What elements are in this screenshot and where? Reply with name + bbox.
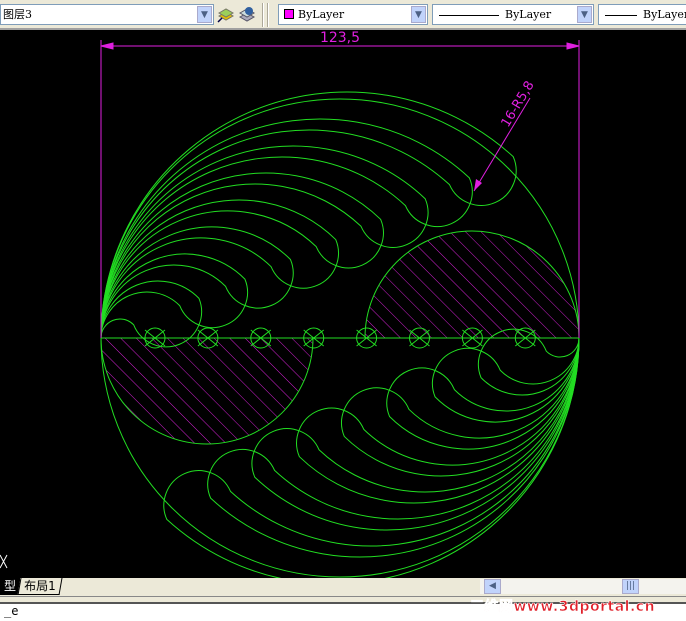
linetype-dropdown[interactable]: ByLayer ▼: [432, 4, 594, 25]
lineweight-value: ByLayer: [643, 8, 686, 21]
radius-dimension-text: 16-R5,8: [499, 79, 538, 130]
tab-layout1-label: 布局1: [24, 579, 56, 593]
layer-previous-icon[interactable]: [217, 5, 235, 23]
color-swatch: [284, 9, 294, 19]
drawing-canvas[interactable]: 123,5 16-R5,8: [0, 30, 686, 578]
width-dimension-text: 123,5: [320, 30, 360, 46]
color-value: ByLayer: [298, 8, 345, 21]
petal-upper: [100, 172, 384, 339]
petal-upper: [100, 280, 203, 348]
toolbar-separator: [267, 3, 269, 27]
linetype-sample: [439, 14, 499, 16]
ucs-icon: [0, 554, 8, 569]
scroll-left-icon[interactable]: ◀: [484, 579, 501, 594]
scroll-thumb[interactable]: |||: [622, 579, 639, 594]
layer-states-icon[interactable]: [238, 5, 256, 23]
petal-lower: [477, 328, 580, 396]
lineweight-dropdown[interactable]: ByLayer: [598, 4, 686, 25]
layer-dropdown[interactable]: 图层3 ▼: [0, 4, 214, 25]
color-dropdown[interactable]: ByLayer ▼: [278, 4, 428, 25]
linetype-value: ByLayer: [505, 8, 552, 21]
tab-layout1[interactable]: 布局1: [17, 578, 63, 595]
toolbar: 图层3 ▼ ByLayer ▼ ByLayer ▼ ByLayer: [0, 0, 686, 30]
chevron-down-icon[interactable]: ▼: [197, 6, 212, 23]
hatch-region-lower-left: [100, 337, 314, 445]
chevron-down-icon[interactable]: ▼: [411, 6, 426, 23]
chevron-down-icon[interactable]: ▼: [577, 6, 592, 23]
layer-value: 图层3: [3, 8, 32, 21]
watermark: 三维网www.3dportal.cn: [470, 599, 656, 616]
lineweight-sample: [605, 14, 637, 16]
horizontal-scrollbar[interactable]: ◀ |||: [480, 579, 686, 594]
petal-lower: [296, 337, 580, 504]
command-text: _e: [4, 604, 19, 618]
layout-tab-bar: 型 布局1 ◀ |||: [0, 578, 686, 596]
toolbar-separator: [262, 3, 264, 27]
